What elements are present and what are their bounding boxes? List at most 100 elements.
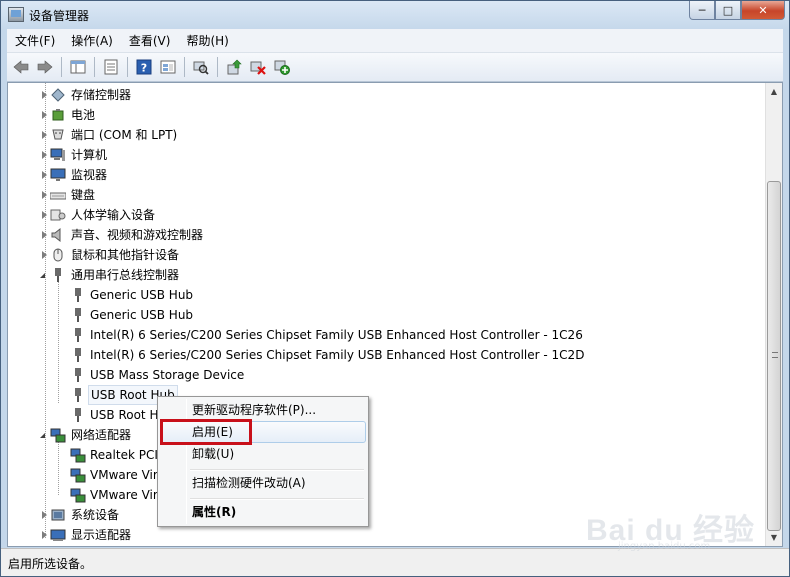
update-driver-icon <box>227 59 242 75</box>
collapsed-triangle-icon[interactable] <box>42 211 47 219</box>
collapsed-triangle-icon[interactable] <box>42 251 47 259</box>
usb-icon <box>70 407 86 423</box>
tree-node-label: Intel(R) 6 Series/C200 Series Chipset Fa… <box>90 348 585 362</box>
scrollbar-thumb[interactable] <box>767 181 781 531</box>
scroll-up-icon: ▲ <box>770 87 778 96</box>
collapsed-triangle-icon[interactable] <box>42 91 47 99</box>
close-button[interactable]: ✕ <box>741 1 785 20</box>
scrollbar-grip-icon <box>772 352 778 358</box>
usb-icon <box>70 347 86 363</box>
tree-device-row[interactable]: Intel(R) 6 Series/C200 Series Chipset Fa… <box>8 345 768 365</box>
tree-device-row[interactable]: USB Root Hub <box>8 385 768 405</box>
expanded-triangle-icon[interactable] <box>40 273 45 278</box>
toolbar: ? <box>7 53 783 82</box>
tree-category-row[interactable]: 存储控制器 <box>8 85 768 105</box>
tree-device-row[interactable]: USB Root H <box>8 405 768 425</box>
storage-controller-icon <box>50 87 66 103</box>
back-button[interactable] <box>10 56 32 78</box>
menu-view[interactable]: 查看(V) <box>121 30 179 52</box>
tree-node-label: 显示适配器 <box>71 528 132 542</box>
status-bar: 启用所选设备。 <box>1 548 789 576</box>
tree-node-label: 鼠标和其他指针设备 <box>71 248 180 262</box>
scroll-up-button[interactable]: ▲ <box>766 83 782 100</box>
scroll-down-button[interactable]: ▼ <box>766 529 782 546</box>
uninstall-button[interactable] <box>247 56 269 78</box>
watermark-subtext: jingyan.baidu.com <box>618 541 711 552</box>
tree-device-row[interactable]: USB Mass Storage Device <box>8 365 768 385</box>
tree-node-label: USB Mass Storage Device <box>90 368 245 382</box>
scan-hardware-button[interactable] <box>190 56 212 78</box>
menu-uninstall[interactable]: 卸载(U) <box>160 443 366 465</box>
menu-bar: 文件(F) 操作(A) 查看(V) 帮助(H) <box>7 29 783 53</box>
usb-icon <box>70 287 86 303</box>
minimize-button[interactable]: ─ <box>689 1 715 20</box>
collapsed-triangle-icon[interactable] <box>42 191 47 199</box>
menu-scan-hardware[interactable]: 扫描检测硬件改动(A) <box>160 472 366 494</box>
tree-node-label: Generic USB Hub <box>90 288 194 302</box>
uninstall-icon <box>250 61 266 75</box>
status-text: 启用所选设备。 <box>8 557 93 571</box>
tree-device-row[interactable]: Realtek PCI <box>8 445 768 465</box>
tree-category-row[interactable]: 键盘 <box>8 185 768 205</box>
usb-controller-icon <box>50 267 66 283</box>
context-menu-separator <box>190 469 364 471</box>
toolbar-separator <box>61 57 62 77</box>
tree-category-row[interactable]: 人体学输入设备 <box>8 205 768 225</box>
tree-category-row[interactable]: 监视器 <box>8 165 768 185</box>
scroll-down-icon: ▼ <box>770 533 778 542</box>
device-manager-app-icon <box>8 7 24 22</box>
system-device-icon <box>50 507 66 523</box>
vertical-scrollbar[interactable]: ▲ ▼ <box>765 83 782 546</box>
minimize-icon: ─ <box>698 3 706 17</box>
collapsed-triangle-icon[interactable] <box>42 111 47 119</box>
tree-node-label: USB Root H <box>90 408 159 422</box>
device-manager-window: 设备管理器 ─ □ ✕ 文件(F) 操作(A) 查看(V) 帮助(H) ? 存储… <box>0 0 790 577</box>
collapsed-triangle-icon[interactable] <box>42 131 47 139</box>
maximize-button[interactable]: □ <box>715 1 741 20</box>
menu-update-driver[interactable]: 更新驱动程序软件(P)... <box>160 399 366 421</box>
update-driver-button[interactable] <box>223 56 245 78</box>
properties-button[interactable] <box>100 56 122 78</box>
tree-category-row[interactable]: 计算机 <box>8 145 768 165</box>
back-arrow-icon <box>13 60 29 74</box>
tree-device-row[interactable]: Generic USB Hub <box>8 285 768 305</box>
collapsed-triangle-icon[interactable] <box>42 531 47 539</box>
collapsed-triangle-icon[interactable] <box>42 231 47 239</box>
close-icon: ✕ <box>758 3 768 17</box>
tree-node-label: Intel(R) 6 Series/C200 Series Chipset Fa… <box>90 328 583 342</box>
collapsed-triangle-icon[interactable] <box>42 511 47 519</box>
baidu-watermark: Bai du 经验 jingyan.baidu.com <box>586 501 756 552</box>
hid-icon <box>50 207 66 223</box>
tree-category-row[interactable]: 通用串行总线控制器 <box>8 265 768 285</box>
tree-node-label: VMware Vir <box>90 488 158 502</box>
tree-device-row[interactable]: Intel(R) 6 Series/C200 Series Chipset Fa… <box>8 325 768 345</box>
tree-category-row[interactable]: 鼠标和其他指针设备 <box>8 245 768 265</box>
usb-icon <box>70 327 86 343</box>
menu-properties[interactable]: 属性(R) <box>160 501 366 523</box>
tree-category-row[interactable]: 电池 <box>8 105 768 125</box>
tree-category-row[interactable]: 端口 (COM 和 LPT) <box>8 125 768 145</box>
forward-button[interactable] <box>34 56 56 78</box>
usb-icon <box>70 367 86 383</box>
collapsed-triangle-icon[interactable] <box>42 171 47 179</box>
tree-device-row[interactable]: VMware Vir <box>8 465 768 485</box>
tree-category-row[interactable]: 网络适配器 <box>8 425 768 445</box>
maximize-icon: □ <box>722 3 734 17</box>
battery-icon <box>50 107 66 123</box>
collapsed-triangle-icon[interactable] <box>42 151 47 159</box>
view-button[interactable] <box>157 56 179 78</box>
show-hide-tree-button[interactable] <box>67 56 89 78</box>
tree-device-row[interactable]: Generic USB Hub <box>8 305 768 325</box>
help-button[interactable]: ? <box>133 56 155 78</box>
expanded-triangle-icon[interactable] <box>40 433 45 438</box>
usb-icon <box>70 387 86 403</box>
tree-category-row[interactable]: 声音、视频和游戏控制器 <box>8 225 768 245</box>
enable-device-button[interactable] <box>271 56 293 78</box>
menu-file[interactable]: 文件(F) <box>7 30 63 52</box>
menu-action[interactable]: 操作(A) <box>63 30 121 52</box>
tree-node-label: 声音、视频和游戏控制器 <box>71 228 204 242</box>
svg-text:?: ? <box>141 62 147 75</box>
menu-help[interactable]: 帮助(H) <box>178 30 236 52</box>
menu-enable[interactable]: 启用(E) <box>160 421 366 443</box>
toolbar-separator <box>184 57 185 77</box>
